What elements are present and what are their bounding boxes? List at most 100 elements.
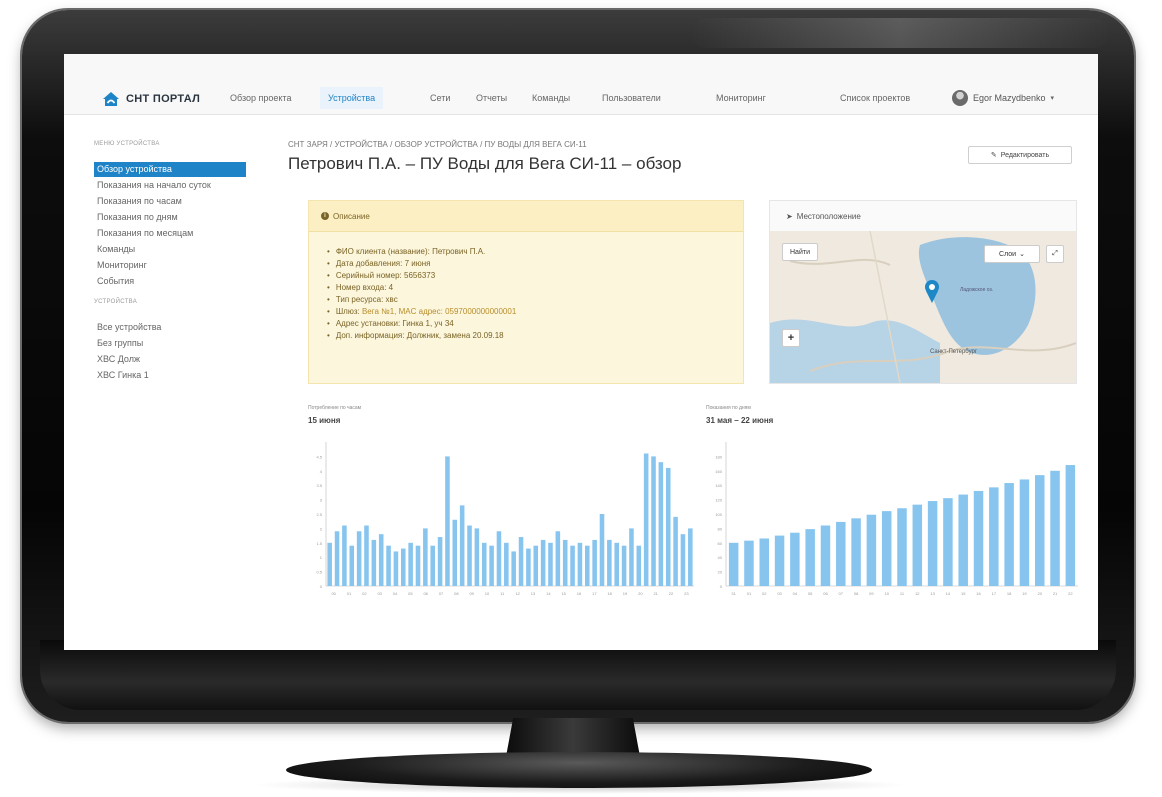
chart-bar[interactable] — [540, 539, 546, 586]
chart-bar[interactable] — [555, 531, 561, 586]
chart-bar[interactable] — [496, 531, 502, 586]
chart-bar[interactable] — [526, 548, 531, 586]
sidebar-item-monitoring[interactable]: Мониторинг — [94, 258, 246, 273]
edit-button[interactable]: ✎ Редактировать — [968, 146, 1072, 164]
map-view[interactable]: Найти Слои ⌄ ⤢ + Санкт-Петербург Ладожск… — [770, 230, 1076, 383]
chart-bar[interactable] — [973, 490, 984, 586]
chart-bar[interactable] — [866, 514, 877, 586]
chart-bar[interactable] — [518, 537, 524, 586]
sidebar-item-monthly[interactable]: Показания по месяцам — [94, 226, 246, 241]
chart-bar[interactable] — [958, 494, 968, 586]
sidebar-item-daily[interactable]: Показания по дням — [94, 210, 246, 225]
sidebar-item-events[interactable]: События — [94, 274, 246, 289]
map-fullscreen-button[interactable]: ⤢ — [1046, 245, 1064, 263]
chart-bar[interactable] — [430, 545, 436, 586]
breadcrumb[interactable]: СНТ ЗАРЯ / УСТРОЙСТВА / ОБЗОР УСТРОЙСТВА… — [288, 140, 587, 149]
chart-bar[interactable] — [327, 542, 332, 586]
chart-bar[interactable] — [504, 542, 509, 586]
chart-bar[interactable] — [621, 545, 627, 586]
chart-bar[interactable] — [592, 539, 597, 586]
chart-bar[interactable] — [1065, 465, 1076, 586]
sidebar-item-all-devices[interactable]: Все устройства — [94, 320, 246, 335]
chart-bar[interactable] — [334, 531, 340, 586]
chart-bar[interactable] — [673, 516, 678, 586]
chart-bar[interactable] — [570, 545, 575, 586]
user-menu[interactable]: Egor Mazydbenko ▾ — [952, 90, 1054, 106]
chart-bar[interactable] — [651, 456, 656, 586]
chart-bar[interactable] — [912, 504, 923, 586]
chart-bar[interactable] — [851, 518, 861, 586]
nav-devices[interactable]: Устройства — [320, 87, 384, 109]
chart-bar[interactable] — [445, 456, 450, 586]
chart-bar[interactable] — [437, 537, 443, 586]
sidebar-item-no-group[interactable]: Без группы — [94, 336, 246, 351]
chart-bar[interactable] — [1050, 470, 1060, 586]
chart-bar[interactable] — [881, 511, 892, 586]
sidebar-item-device-overview[interactable]: Обзор устройства — [94, 162, 246, 177]
chart-bar[interactable] — [423, 528, 428, 586]
chart-bar[interactable] — [614, 542, 620, 586]
chart-bar[interactable] — [489, 545, 494, 586]
chart-bar[interactable] — [342, 525, 347, 586]
nav-commands[interactable]: Команды — [532, 93, 570, 103]
chart-bar[interactable] — [452, 519, 458, 586]
chart-bar[interactable] — [805, 529, 815, 586]
chart-bar[interactable] — [943, 498, 953, 586]
chart-bar[interactable] — [364, 525, 369, 586]
chart-bar[interactable] — [481, 542, 487, 586]
chart-bar[interactable] — [989, 487, 999, 586]
chart-bar[interactable] — [562, 539, 568, 586]
chart-bar[interactable] — [774, 535, 785, 586]
chart-bar[interactable] — [467, 525, 472, 586]
map-layers-dropdown[interactable]: Слои ⌄ — [984, 245, 1040, 263]
chart-bar[interactable] — [1019, 479, 1030, 586]
chart-bar[interactable] — [584, 545, 590, 586]
chart-bar[interactable] — [790, 532, 800, 586]
nav-reports[interactable]: Отчеты — [476, 93, 507, 103]
chart-bar[interactable] — [415, 545, 421, 586]
chart-bar[interactable] — [393, 551, 399, 586]
chart-bar[interactable] — [927, 501, 938, 586]
projects-list-link[interactable]: Список проектов — [840, 93, 910, 103]
map-find-button[interactable]: Найти — [782, 243, 818, 261]
chart-bar[interactable] — [636, 545, 642, 586]
chart-bar[interactable] — [629, 528, 634, 586]
sidebar-item-hvs-ginka[interactable]: ХВС Гинка 1 — [94, 368, 246, 383]
chart-bar[interactable] — [356, 531, 362, 586]
chart-bar[interactable] — [511, 551, 516, 586]
chart-bar[interactable] — [643, 453, 649, 586]
chart-bar[interactable] — [688, 528, 693, 586]
chart-bar[interactable] — [577, 542, 583, 586]
chart-bar[interactable] — [400, 548, 406, 586]
chart-bar[interactable] — [1004, 483, 1014, 586]
chart-bar[interactable] — [680, 534, 686, 586]
chart-bar[interactable] — [533, 545, 539, 586]
chart-bar[interactable] — [836, 521, 846, 586]
chart-bar[interactable] — [386, 545, 391, 586]
gateway-link[interactable]: Вега №1, MAC адрес: 0597000000000001 — [362, 307, 516, 316]
chart-bar[interactable] — [371, 539, 377, 586]
nav-users[interactable]: Пользователи — [602, 93, 661, 103]
chart-bar[interactable] — [1034, 475, 1045, 586]
chart-bar[interactable] — [744, 540, 754, 586]
chart-bar[interactable] — [474, 528, 480, 586]
chart-bar[interactable] — [459, 505, 465, 586]
chart-bar[interactable] — [607, 539, 612, 586]
chart-bar[interactable] — [548, 542, 553, 586]
chart-bar[interactable] — [820, 525, 831, 586]
chart-bar[interactable] — [665, 467, 671, 586]
chart-bar[interactable] — [897, 508, 907, 586]
sidebar-item-start-of-day[interactable]: Показания на начало суток — [94, 178, 246, 193]
sidebar-item-hourly[interactable]: Показания по часам — [94, 194, 246, 209]
chart-bar[interactable] — [349, 545, 355, 586]
nav-monitoring[interactable]: Мониторинг — [716, 93, 766, 103]
app-logo[interactable]: СНТ ПОРТАЛ — [102, 91, 200, 107]
chart-bar[interactable] — [658, 462, 664, 586]
map-zoom-in-button[interactable]: + — [782, 329, 800, 347]
sidebar-item-hvs-dolzh[interactable]: ХВС Долж — [94, 352, 246, 367]
nav-overview[interactable]: Обзор проекта — [230, 93, 291, 103]
chart-bar[interactable] — [759, 538, 770, 586]
chart-bar[interactable] — [378, 534, 384, 586]
nav-networks[interactable]: Сети — [430, 93, 450, 103]
sidebar-item-commands[interactable]: Команды — [94, 242, 246, 257]
